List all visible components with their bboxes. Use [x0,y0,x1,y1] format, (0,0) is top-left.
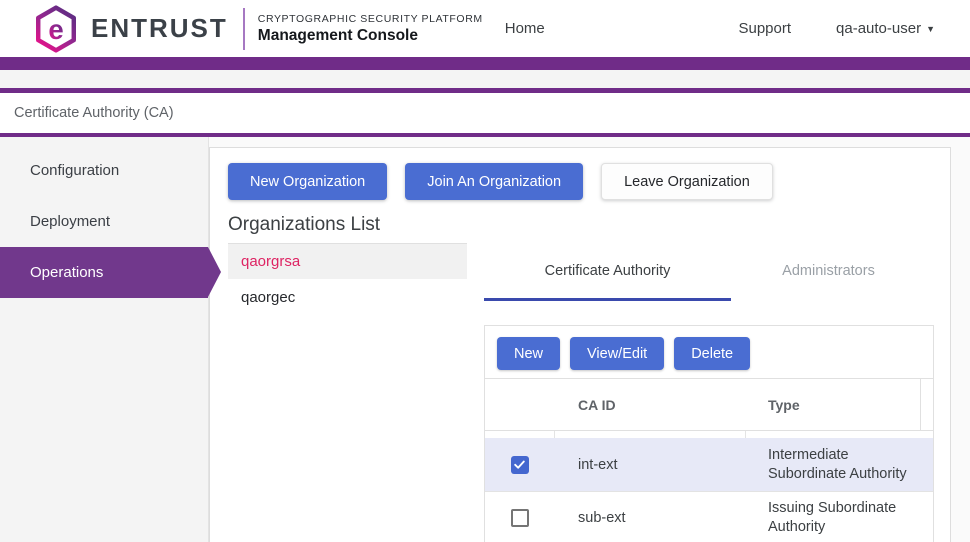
table-row[interactable]: sub-ext Issuing Subordinate Authority [485,491,933,542]
ca-table-toolbar: New View/Edit Delete [485,326,933,378]
nav-home-link[interactable]: Home [505,20,545,37]
organizations-columns: qaorgrsa qaorgec Certificate Authority A… [228,243,934,542]
ca-view-edit-button[interactable]: View/Edit [570,337,664,370]
sidebar-nav: Configuration Deployment Operations [0,137,209,542]
entrust-hexagon-logo: e [30,5,82,53]
operations-card: New Organization Join An Organization Le… [209,147,951,542]
nav-support-link[interactable]: Support [738,20,791,37]
sidebar-item-configuration[interactable]: Configuration [0,145,208,196]
ca-new-button[interactable]: New [497,337,560,370]
header-end-column [920,379,933,430]
cell-ca-id: sub-ext [554,510,745,526]
sidebar-item-operations[interactable]: Operations [0,247,208,298]
org-list-item-qaorgec[interactable]: qaorgec [228,279,467,315]
tab-administrators[interactable]: Administrators [731,243,926,301]
join-organization-button[interactable]: Join An Organization [405,163,583,200]
content-area: New Organization Join An Organization Le… [209,137,970,542]
main-layout: Configuration Deployment Operations New … [0,137,970,542]
organizations-list: qaorgrsa qaorgec [228,243,467,542]
platform-title-block: CRYPTOGRAPHIC SECURITY PLATFORM Manageme… [258,13,483,45]
header-type: Type [745,397,920,413]
platform-label: CRYPTOGRAPHIC SECURITY PLATFORM [258,13,483,25]
user-menu-dropdown[interactable]: qa-auto-user ▼ [836,20,935,37]
checkbox-checked-icon[interactable] [511,456,529,474]
user-menu-label: qa-auto-user [836,20,921,37]
caret-down-icon: ▼ [926,24,935,34]
ca-delete-button[interactable]: Delete [674,337,750,370]
table-row[interactable]: int-ext Intermediate Subordinate Authori… [485,438,933,491]
table-gap-strip [485,431,933,438]
sidebar-item-deployment[interactable]: Deployment [0,196,208,247]
checkbox-empty-icon[interactable] [511,509,529,527]
detail-tabs: Certificate Authority Administrators [484,243,934,301]
brand-wordmark: ENTRUST [91,13,228,44]
ca-table-header: CA ID Type [485,378,933,431]
org-list-item-qaorgrsa[interactable]: qaorgrsa [228,243,467,279]
organizations-list-heading: Organizations List [228,214,934,236]
cell-type: Issuing Subordinate Authority [745,499,920,537]
page-title-bar: Certificate Authority (CA) [0,93,970,133]
cell-type: Intermediate Subordinate Authority [745,446,920,484]
tab-certificate-authority[interactable]: Certificate Authority [484,243,731,301]
header-divider [243,8,245,50]
page-title: Certificate Authority (CA) [14,105,174,121]
organization-toolbar: New Organization Join An Organization Le… [228,163,934,200]
gray-strip [0,70,970,88]
app-header: e ENTRUST CRYPTOGRAPHIC SECURITY PLATFOR… [0,0,970,57]
ca-table-panel: New View/Edit Delete CA ID Type [484,325,934,542]
cell-ca-id: int-ext [554,457,745,473]
svg-text:e: e [48,14,63,45]
product-label: Management Console [258,27,483,45]
header-ca-id: CA ID [554,397,745,413]
leave-organization-button[interactable]: Leave Organization [601,163,773,200]
organization-detail: Certificate Authority Administrators New… [484,243,934,542]
new-organization-button[interactable]: New Organization [228,163,387,200]
brand-purple-bar [0,57,970,70]
